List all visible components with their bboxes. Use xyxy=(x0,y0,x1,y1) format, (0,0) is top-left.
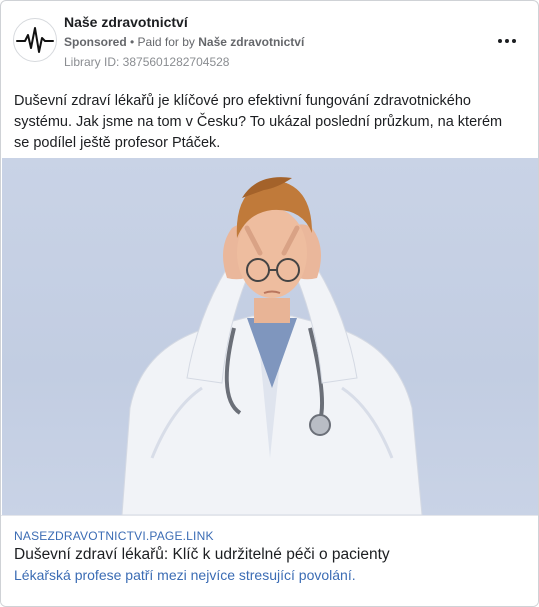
page-name-link[interactable]: Naše zdravotnictví xyxy=(64,14,188,30)
link-title[interactable]: Duševní zdraví lékařů: Klíč k udržitelné… xyxy=(14,546,390,564)
more-options-icon xyxy=(498,39,502,43)
heartbeat-line-icon xyxy=(16,27,54,53)
library-id: Library ID: 3875601282704528 xyxy=(64,55,230,69)
sponsorship-line: Sponsored • Paid for by Naše zdravotnict… xyxy=(64,35,304,49)
stressed-doctor-illustration xyxy=(121,177,423,515)
page-avatar[interactable] xyxy=(13,18,57,62)
link-description[interactable]: Lékařská profese patří mezi nejvíce stre… xyxy=(14,567,356,583)
paid-for-prefix: • Paid for by xyxy=(126,35,199,49)
ad-image[interactable] xyxy=(2,158,538,515)
link-preview[interactable]: NASEZDRAVOTNICTVI.PAGE.LINK Duševní zdra… xyxy=(1,515,538,606)
post-header: Naše zdravotnictví Sponsored • Paid for … xyxy=(1,1,538,81)
payer-name[interactable]: Naše zdravotnictví xyxy=(198,35,304,49)
more-options-button[interactable] xyxy=(495,29,519,53)
link-domain[interactable]: NASEZDRAVOTNICTVI.PAGE.LINK xyxy=(14,529,214,543)
ad-body-text: Duševní zdraví lékařů je klíčové pro efe… xyxy=(14,93,503,151)
ad-card: Naše zdravotnictví Sponsored • Paid for … xyxy=(0,0,539,607)
sponsored-label: Sponsored xyxy=(64,35,127,49)
